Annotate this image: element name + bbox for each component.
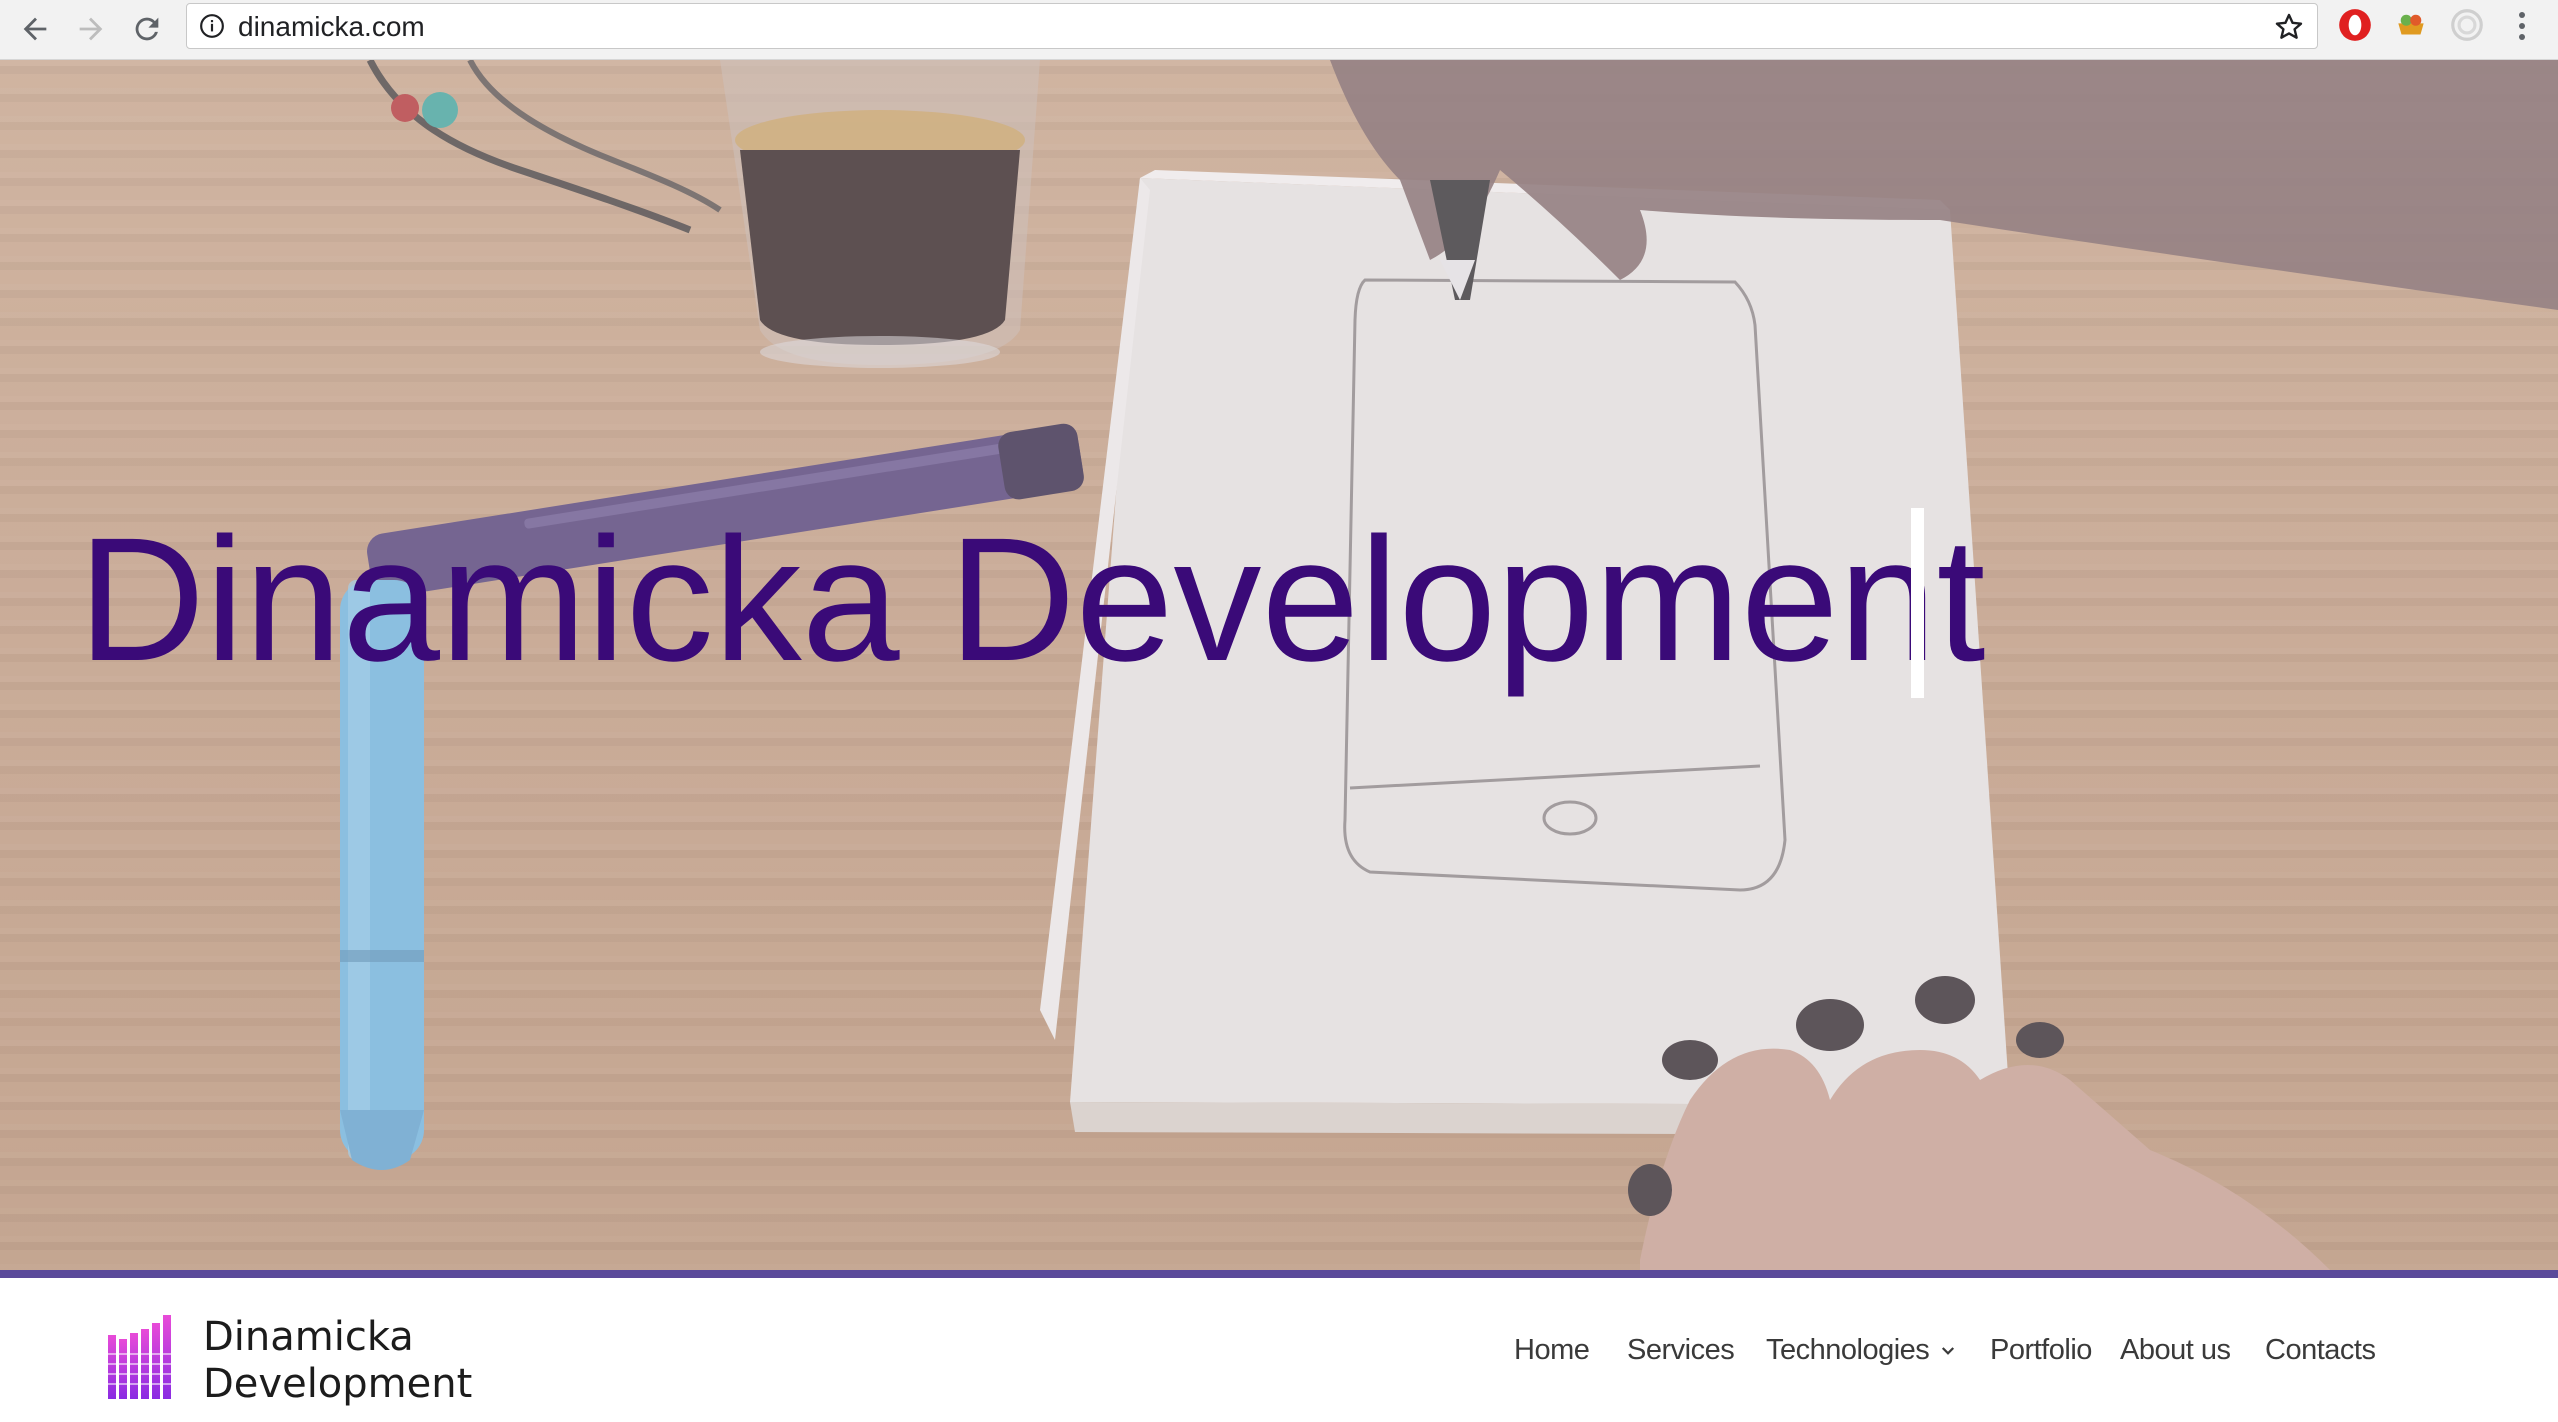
- nav-home[interactable]: Home: [1514, 1334, 1590, 1367]
- back-arrow-icon: [23, 17, 47, 41]
- main-nav: Home Services Technologies Portfolio Abo…: [0, 1334, 2558, 1374]
- hero-title: Dinamicka Development: [78, 502, 1986, 698]
- url-text[interactable]: dinamicka.com: [238, 11, 425, 43]
- nav-about-us[interactable]: About us: [2120, 1334, 2231, 1367]
- star-icon[interactable]: [2273, 11, 2305, 43]
- forward-arrow-icon: [79, 17, 103, 41]
- text-cursor: [1911, 508, 1924, 698]
- info-icon[interactable]: [199, 13, 225, 39]
- hero-section: Dinamicka Development: [0, 60, 2558, 1270]
- chevron-down-icon: [1942, 1347, 1955, 1356]
- nav-services[interactable]: Services: [1627, 1334, 1735, 1367]
- opera-extension-icon[interactable]: [2336, 6, 2374, 44]
- header-accent-line: [0, 1270, 2558, 1278]
- forward-button[interactable]: [68, 6, 114, 52]
- nav-technologies-label: Technologies: [1766, 1334, 1930, 1366]
- more-vertical-icon[interactable]: [2510, 6, 2534, 46]
- browser-toolbar: dinamicka.com: [0, 0, 2558, 60]
- fruit-extension-icon[interactable]: [2392, 6, 2430, 44]
- nav-technologies[interactable]: Technologies: [1766, 1334, 1957, 1367]
- reload-icon: [135, 17, 159, 41]
- site-header: Dinamicka Development Home Services Tech…: [0, 1278, 2558, 1422]
- reload-button[interactable]: [124, 6, 170, 52]
- target-extension-icon[interactable]: [2448, 6, 2486, 44]
- nav-portfolio[interactable]: Portfolio: [1990, 1334, 2092, 1367]
- nav-contacts[interactable]: Contacts: [2265, 1334, 2376, 1367]
- address-bar[interactable]: dinamicka.com: [186, 3, 2318, 49]
- back-button[interactable]: [12, 6, 58, 52]
